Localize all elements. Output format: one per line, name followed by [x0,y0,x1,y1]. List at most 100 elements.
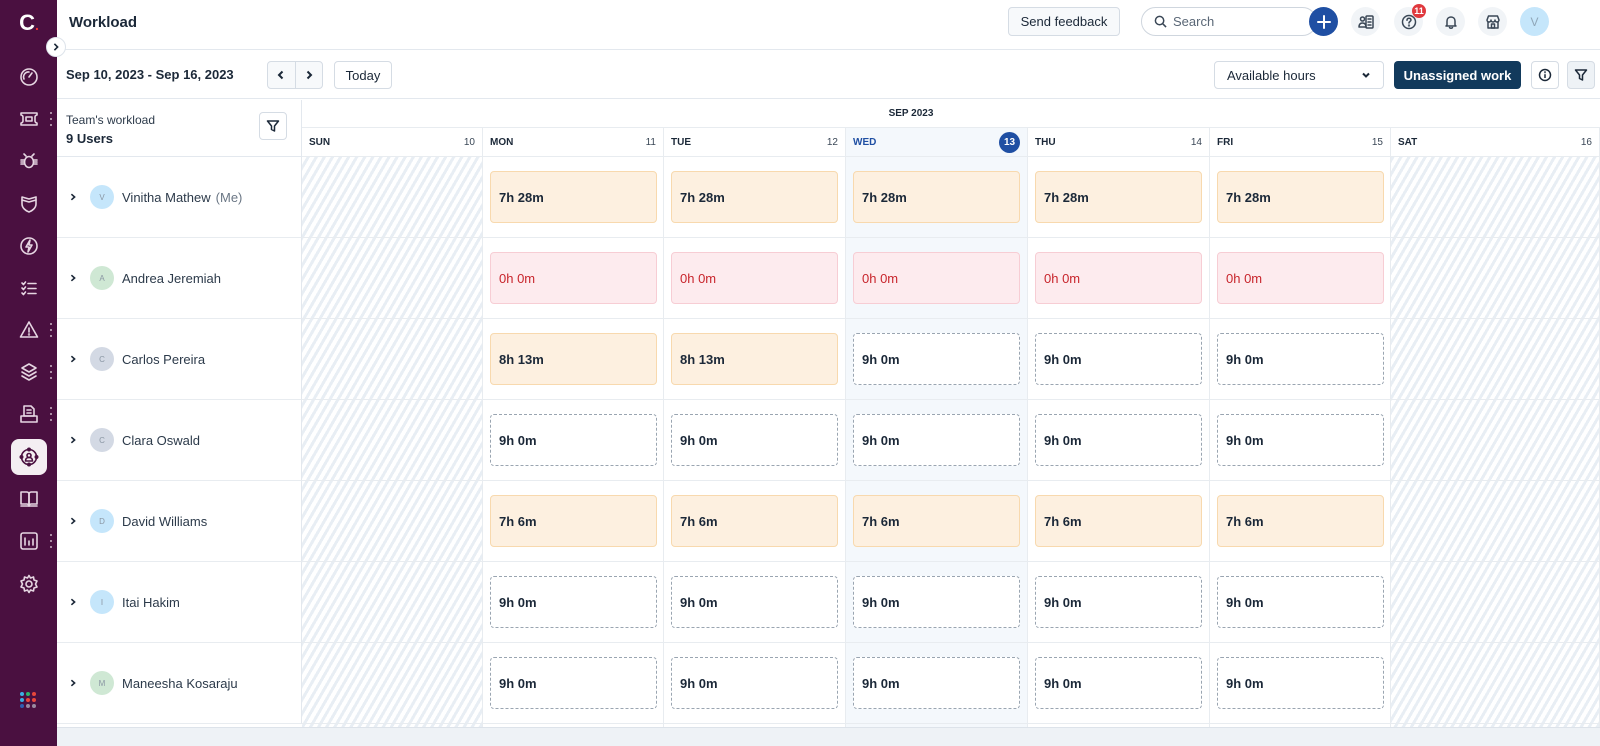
send-feedback-button[interactable]: Send feedback [1008,7,1120,36]
available-hours-cell[interactable]: 0h 0m [853,252,1020,304]
available-hours-cell[interactable]: 7h 6m [671,495,838,547]
expand-row-button[interactable] [69,436,81,444]
sidebar-item-problems[interactable] [11,143,47,179]
info-button[interactable] [1531,61,1559,89]
expand-row-button[interactable] [69,679,81,687]
marketplace-button[interactable] [1478,7,1507,36]
user-name[interactable]: David Williams [122,514,207,529]
sidebar-item-contracts[interactable] [11,396,47,432]
horizontal-scrollbar[interactable] [57,727,1600,746]
search-box[interactable] [1141,7,1317,36]
expand-row-button[interactable] [69,274,81,282]
user-name[interactable]: Itai Hakim [122,595,180,610]
available-hours-cell[interactable]: 9h 0m [1035,576,1202,628]
available-hours-cell[interactable]: 9h 0m [490,576,657,628]
available-hours-cell[interactable]: 0h 0m [490,252,657,304]
expand-row-button[interactable] [69,193,81,201]
available-hours-cell[interactable]: 7h 6m [1217,495,1384,547]
available-hours-cell[interactable]: 9h 0m [671,657,838,709]
available-hours-cell[interactable]: 9h 0m [490,414,657,466]
next-week-button[interactable] [294,62,323,88]
available-hours-cell[interactable]: 7h 28m [853,171,1020,223]
add-new-button[interactable] [1309,7,1338,36]
available-hours-cell[interactable]: 8h 13m [490,333,657,385]
available-hours-cell[interactable]: 7h 6m [853,495,1020,547]
sidebar-item-releases[interactable] [11,228,47,264]
user-avatar-button[interactable]: V [1520,7,1549,36]
available-hours-cell[interactable]: 7h 28m [1035,171,1202,223]
app-logo[interactable]: C. [14,8,44,38]
available-hours-cell[interactable]: 9h 0m [671,414,838,466]
available-hours-cell[interactable]: 9h 0m [853,333,1020,385]
unassigned-work-button[interactable]: Unassigned work [1394,61,1521,89]
available-hours-cell[interactable]: 9h 0m [1035,414,1202,466]
available-hours-cell[interactable]: 7h 28m [1217,171,1384,223]
apps-grid-icon[interactable] [20,692,36,708]
help-notification-badge: 11 [1412,4,1426,18]
available-hours-cell[interactable]: 7h 28m [671,171,838,223]
chevron-right-icon [70,274,76,282]
sidebar-item-changes[interactable] [11,186,47,222]
sidebar-expand-button[interactable] [46,37,66,57]
user-name[interactable]: Vinitha Mathew [122,190,211,205]
available-hours-cell[interactable]: 9h 0m [853,657,1020,709]
available-hours-cell[interactable]: 9h 0m [1217,657,1384,709]
user-name[interactable]: Maneesha Kosaraju [122,676,238,691]
user-name[interactable]: Andrea Jeremiah [122,271,221,286]
sidebar-item-more-icon[interactable] [49,323,53,337]
notifications-button[interactable] [1436,7,1465,36]
sidebar-item-alerts[interactable] [11,312,47,348]
sidebar: C. [0,0,57,746]
day-number: 10 [463,136,475,148]
sidebar-item-dashboard[interactable] [11,59,47,95]
expand-row-button[interactable] [69,517,81,525]
sidebar-item-admin[interactable] [11,566,47,602]
available-hours-cell[interactable]: 9h 0m [1035,333,1202,385]
search-input[interactable] [1173,14,1303,29]
user-name[interactable]: Carlos Pereira [122,352,205,367]
user-name[interactable]: Clara Oswald [122,433,200,448]
day-header-tue: TUE 12 [664,128,846,157]
sidebar-item-analytics[interactable] [11,523,47,559]
available-hours-cell[interactable]: 9h 0m [1217,333,1384,385]
team-filter-button[interactable] [259,112,287,140]
help-button[interactable]: 11 [1394,4,1426,36]
available-hours-cell[interactable]: 0h 0m [1035,252,1202,304]
avatar-initial: A [99,273,105,283]
bell-icon [1444,15,1457,29]
top-bar: Workload Send feedback 11 V [57,0,1600,50]
available-hours-cell[interactable]: 9h 0m [490,657,657,709]
available-hours-cell[interactable]: 9h 0m [1217,576,1384,628]
available-hours-cell[interactable]: 9h 0m [1217,414,1384,466]
sidebar-item-workload[interactable] [11,439,47,475]
available-hours-cell[interactable]: 7h 6m [490,495,657,547]
filter-button[interactable] [1567,61,1595,89]
available-hours-cell[interactable]: 9h 0m [853,414,1020,466]
view-mode-select[interactable]: Available hours [1214,61,1384,89]
sidebar-item-more-icon[interactable] [49,534,53,548]
expand-row-button[interactable] [69,598,81,606]
available-hours-cell[interactable]: 9h 0m [671,576,838,628]
sidebar-item-more-icon[interactable] [49,407,53,421]
chevron-right-icon [53,43,59,51]
expand-row-button[interactable] [69,355,81,363]
available-hours-cell[interactable]: 9h 0m [853,576,1020,628]
sidebar-item-tickets[interactable] [11,101,47,137]
available-hours-cell[interactable]: 0h 0m [1217,252,1384,304]
view-mode-value: Available hours [1227,67,1316,83]
available-hours-cell[interactable]: 7h 6m [1035,495,1202,547]
available-hours-cell[interactable]: 8h 13m [671,333,838,385]
today-button[interactable]: Today [334,61,392,89]
logo-dot: . [35,17,39,33]
available-hours-cell[interactable]: 9h 0m [1035,657,1202,709]
available-hours-cell[interactable]: 7h 28m [490,171,657,223]
sidebar-item-tasks[interactable] [11,270,47,306]
sidebar-item-more-icon[interactable] [49,112,53,126]
sidebar-item-solutions[interactable] [11,481,47,517]
available-hours-cell[interactable]: 0h 0m [671,252,838,304]
previous-week-button[interactable] [268,62,295,88]
contacts-button[interactable] [1351,7,1380,36]
sidebar-item-more-icon[interactable] [49,365,53,379]
sidebar-item-assets[interactable] [11,354,47,390]
chevron-right-icon [70,517,76,525]
